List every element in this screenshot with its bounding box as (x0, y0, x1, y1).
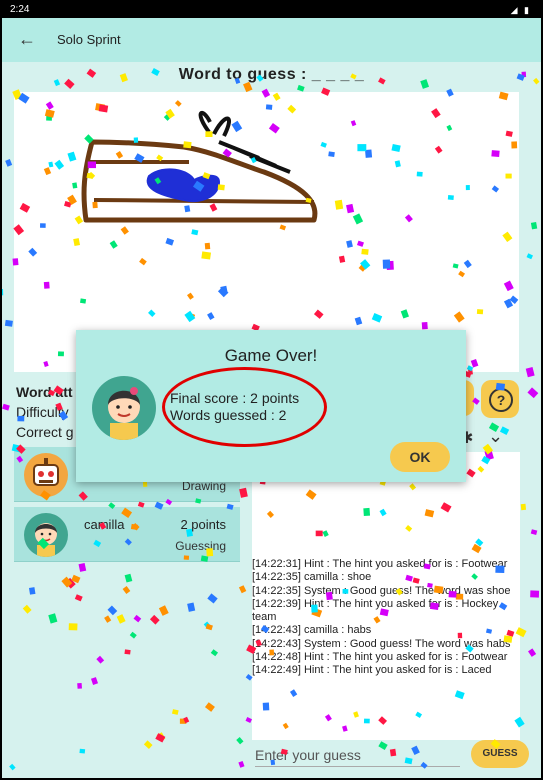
app-bar: ← Solo Sprint (2, 18, 541, 62)
ok-button[interactable]: OK (390, 442, 450, 472)
chat-message: [14:22:39] Hint : The hint you asked for… (252, 597, 499, 624)
player-card-camilla: camilla 2 points Guessing (14, 507, 240, 562)
girl-avatar-icon (24, 513, 68, 557)
chat-message: [14:22:49] Hint : The hint you asked for… (252, 664, 492, 677)
player-role: Guessing (175, 539, 226, 553)
highlight-circle (162, 367, 327, 447)
word-attempts-label: Word att (16, 384, 73, 400)
player-points: 2 points (180, 517, 226, 532)
dialog-title: Game Over! (224, 346, 318, 365)
chat-log: [14:22:31] Hint : The hint you asked for… (252, 558, 520, 678)
status-bar: 2:24 ◢ ▮ (2, 2, 541, 18)
app-window: 2:24 ◢ ▮ ← Solo Sprint Word to guess : _… (0, 0, 543, 780)
chat-message: [14:22:31] Hint : The hint you asked for… (252, 558, 508, 570)
chevron-down-icon[interactable]: ⌄ (488, 426, 503, 447)
signal-battery-icons: ◢ ▮ (510, 5, 531, 15)
difficulty-label: Difficulty (16, 404, 69, 420)
robot-avatar-icon (24, 453, 68, 497)
player-name: camilla (84, 517, 125, 532)
word-to-guess: Word to guess : _ _ _ _ (178, 66, 365, 83)
arrow-left-icon[interactable]: ← (18, 29, 36, 50)
chat-message: [14:22:35] System : Good guess! The word… (252, 584, 511, 597)
girl-avatar-icon (92, 376, 156, 440)
game-stats: Word att Difficulty Correct g (16, 382, 74, 442)
tool-row: ✱ ⌄ (460, 426, 520, 448)
guess-input[interactable] (255, 744, 460, 767)
guess-button[interactable]: GUESS (471, 740, 529, 768)
chat-message: [14:22:43] camilla : habs (252, 624, 372, 637)
app-title: Solo Sprint (57, 32, 121, 47)
correct-guesses-label: Correct g (16, 424, 74, 440)
status-time: 2:24 (10, 4, 30, 15)
question-icon: ? (489, 388, 513, 412)
chat-message: [14:22:35] camilla : shoe (252, 571, 372, 584)
chat-message: [14:22:43] System : Good guess! The word… (252, 637, 511, 650)
help-button[interactable]: ? (481, 380, 519, 418)
chat-message: [14:22:48] Hint : The hint you asked for… (252, 651, 508, 664)
